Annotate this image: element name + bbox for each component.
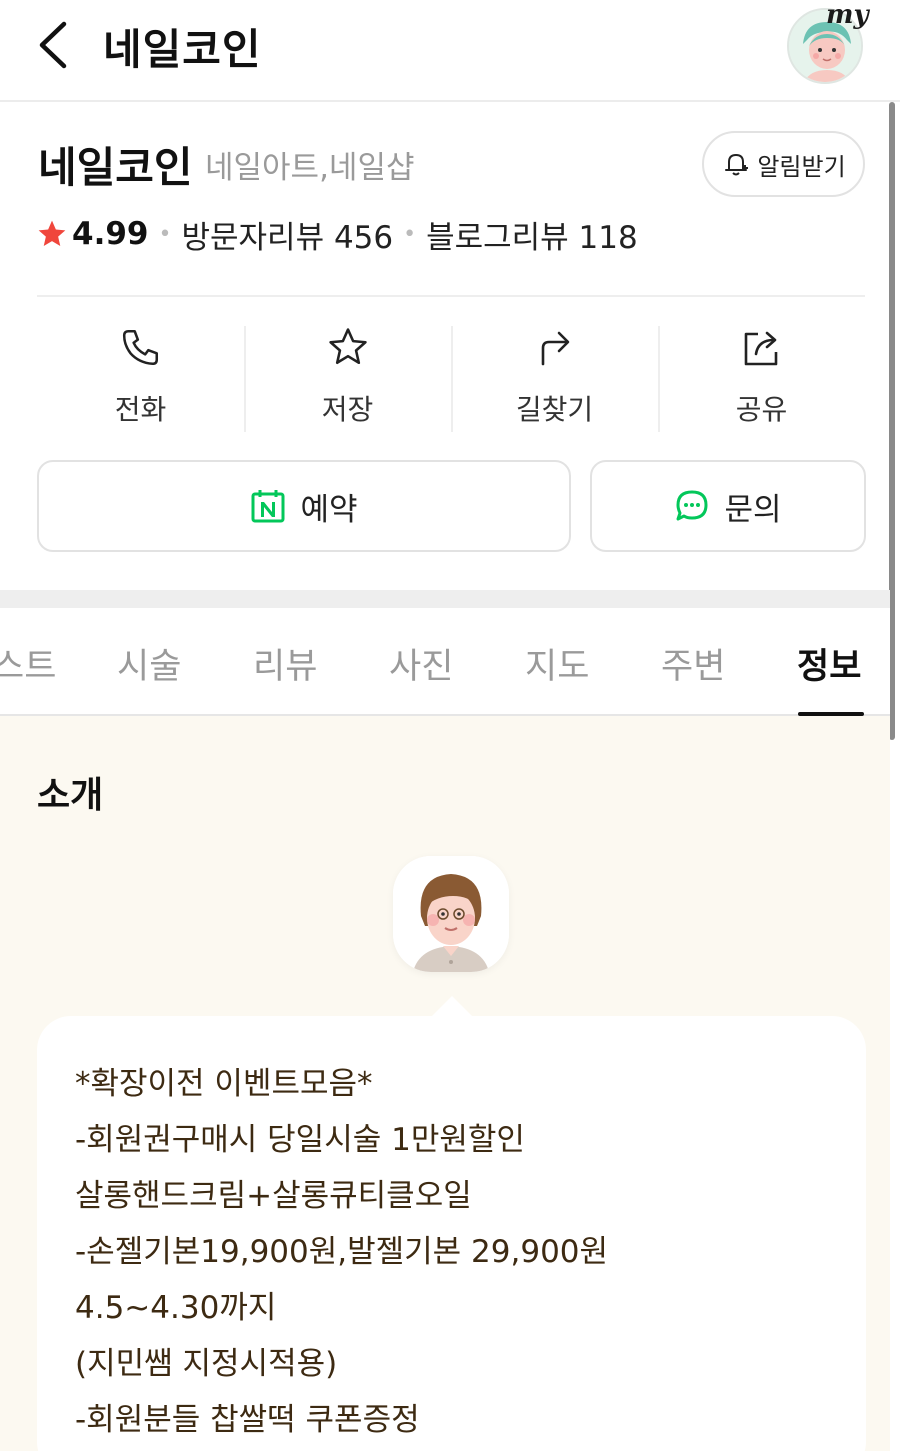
inquiry-button[interactable]: 문의 (590, 460, 866, 552)
rating-score: 4.99 (72, 216, 149, 252)
tab-reviews[interactable]: 리뷰 (253, 638, 317, 689)
action-label-save: 저장 (321, 393, 374, 426)
bell-plus-icon (725, 154, 749, 176)
phone-icon (122, 329, 158, 366)
blog-reviews-link[interactable]: 블로그리뷰 118 (426, 212, 638, 257)
action-label-share: 공유 (735, 393, 788, 426)
tab-map[interactable]: 지도 (525, 638, 589, 689)
top-bar: 네일코인 my (0, 0, 900, 102)
visitor-reviews-link[interactable]: 방문자리뷰 456 (181, 212, 393, 257)
separator-dot: • (403, 221, 417, 247)
description-line: -회원분들 찹쌀떡 쿠폰증정 (75, 1402, 420, 1438)
chevron-left-icon (39, 21, 67, 69)
tab-bar: 스트 시술 리뷰 사진 지도 주변 정보 (0, 608, 890, 716)
alarm-button[interactable]: 알림받기 (702, 131, 865, 197)
place-category: 네일아트,네일샵 (205, 150, 415, 186)
tab-nearby[interactable]: 주변 (661, 638, 725, 689)
page-title: 네일코인 (103, 25, 262, 74)
tab-list[interactable]: 스트 (0, 638, 56, 689)
reserve-label: 예약 (300, 491, 358, 528)
place-name: 네일코인 (38, 143, 193, 192)
back-button[interactable] (30, 18, 74, 72)
action-label-call: 전화 (114, 393, 167, 426)
owner-avatar-icon (393, 856, 509, 972)
description-line: *확장이전 이벤트모음* (75, 1066, 373, 1102)
owner-avatar (393, 856, 509, 972)
action-label-directions: 길찾기 (515, 393, 594, 426)
alarm-label: 알림받기 (757, 152, 846, 181)
section-title: 소개 (37, 775, 104, 816)
section-separator (0, 590, 890, 608)
inquiry-label: 문의 (724, 491, 782, 528)
directions-icon (541, 331, 569, 366)
share-icon (744, 331, 777, 366)
star-filled-icon (38, 220, 66, 246)
tab-treatment[interactable]: 시술 (117, 638, 181, 689)
action-row: 전화 저장 길찾기 공유 (37, 322, 865, 432)
my-label: my (826, 0, 869, 30)
speech-bubble-tail (430, 996, 474, 1018)
description-text: *확장이전 이벤트모음* -회원권구매시 당일시술 1만원할인 살롱핸드크림+살… (75, 1056, 855, 1448)
divider (37, 295, 865, 297)
description-line: 살롱핸드크림+살롱큐티클오일 (75, 1178, 472, 1214)
save-button[interactable]: 저장 (244, 322, 451, 432)
separator-dot: • (158, 221, 172, 247)
rating-row: 4.99 • 방문자리뷰 456 • 블로그리뷰 118 (36, 212, 638, 256)
star-outline-icon (328, 328, 367, 365)
call-button[interactable]: 전화 (37, 322, 244, 432)
reserve-button[interactable]: 예약 (37, 460, 571, 552)
naver-calendar-icon (251, 490, 285, 523)
description-line: -손젤기본19,900원,발젤기본 29,900원 (75, 1234, 609, 1270)
description-line: 4.5~4.30까지 (75, 1290, 277, 1326)
tab-info[interactable]: 정보 (797, 638, 861, 689)
info-section: 소개 *확장이전 이벤트모음* -회원권구매시 당일시술 1만원할인 살롱핸드크… (0, 716, 890, 1451)
share-button[interactable]: 공유 (658, 322, 865, 432)
directions-button[interactable]: 길찾기 (451, 322, 658, 432)
description-line: (지민쌤 지정시적용) (75, 1346, 338, 1382)
description-line: -회원권구매시 당일시술 1만원할인 (75, 1122, 525, 1158)
chat-bubble-icon (676, 490, 708, 521)
tab-photos[interactable]: 사진 (389, 638, 453, 689)
